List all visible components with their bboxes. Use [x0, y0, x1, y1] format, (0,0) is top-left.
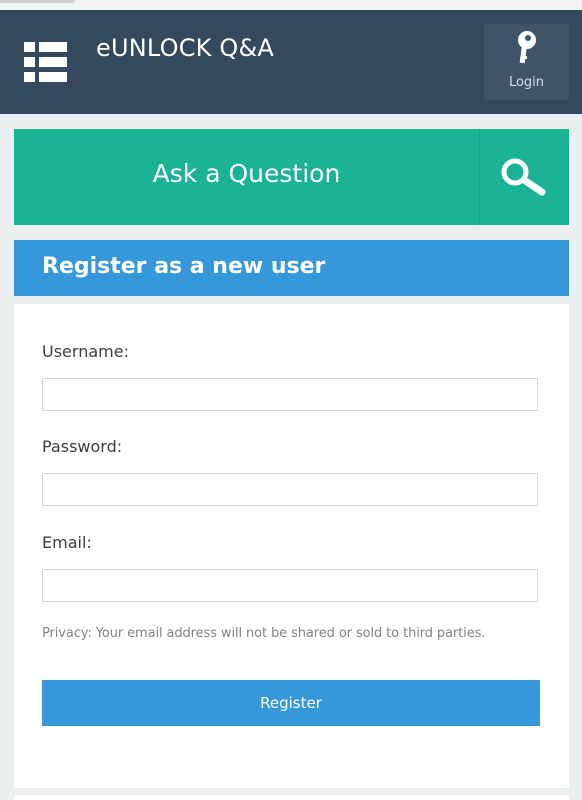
menu-list-icon[interactable] [24, 42, 70, 84]
register-header: Register as a new user [14, 240, 569, 296]
next-panel-edge [14, 795, 569, 800]
site-title[interactable]: eUNLOCK Q&A [96, 34, 274, 62]
register-button[interactable]: Register [42, 680, 540, 726]
ask-question-bar: Ask a Question [14, 129, 569, 225]
email-label: Email: [42, 533, 92, 552]
browser-tab-edge [0, 0, 75, 3]
login-button[interactable]: Login [484, 24, 569, 100]
register-form: Username: Password: Email: Privacy: Your… [14, 304, 569, 788]
page-title: Register as a new user [42, 254, 326, 279]
key-icon [512, 30, 542, 70]
search-icon [501, 158, 546, 196]
password-label: Password: [42, 437, 123, 456]
site-header: eUNLOCK Q&A Login [0, 10, 582, 114]
password-field[interactable] [42, 473, 538, 506]
ask-question-button[interactable]: Ask a Question [14, 159, 479, 188]
username-field[interactable] [42, 378, 538, 411]
email-field[interactable] [42, 569, 538, 602]
username-label: Username: [42, 342, 129, 361]
search-button[interactable] [480, 129, 569, 225]
privacy-note: Privacy: Your email address will not be … [42, 626, 486, 641]
login-label: Login [508, 75, 545, 90]
browser-top-strip [0, 0, 582, 10]
